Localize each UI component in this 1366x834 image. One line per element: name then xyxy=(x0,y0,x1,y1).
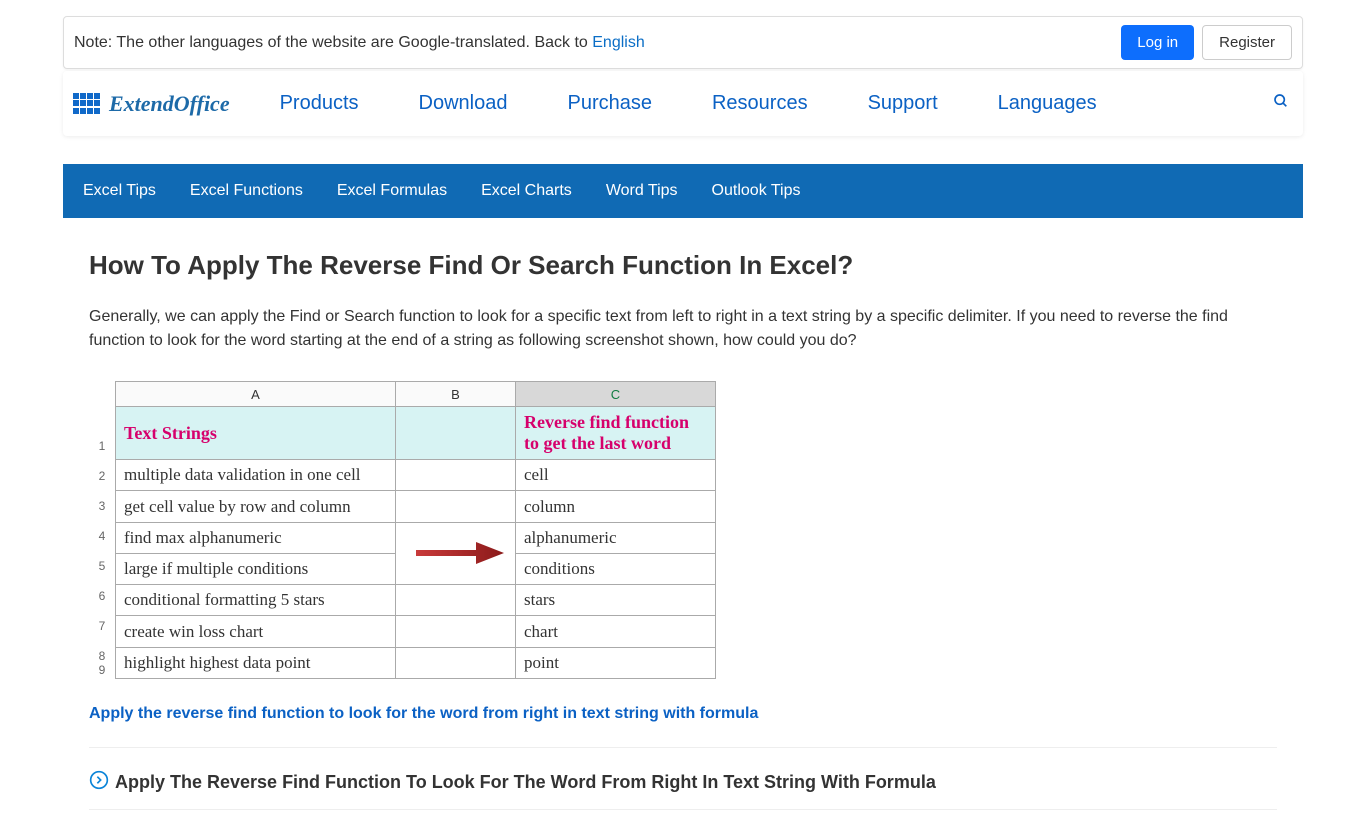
search-icon[interactable] xyxy=(1269,89,1293,118)
arrow-cell xyxy=(396,522,516,585)
cell-c: conditions xyxy=(516,553,716,584)
menu-languages[interactable]: Languages xyxy=(998,92,1097,115)
login-button[interactable]: Log in xyxy=(1121,25,1194,60)
section-heading-row: Apply The Reverse Find Function To Look … xyxy=(89,747,1277,795)
rownum-1: 1 xyxy=(89,405,115,455)
subnav-excel-formulas[interactable]: Excel Formulas xyxy=(337,182,447,200)
excel-screenshot: 1 2 3 4 5 6 7 8 9 A B C Text Strings xyxy=(89,381,1277,679)
cell-b xyxy=(396,616,516,647)
main-menu: Products Download Purchase Resources Sup… xyxy=(280,92,1269,115)
logo-icon xyxy=(73,93,103,115)
subnav-excel-functions[interactable]: Excel Functions xyxy=(190,182,303,200)
main-navbar: ExtendOffice Products Download Purchase … xyxy=(63,71,1303,136)
row-numbers: 1 2 3 4 5 6 7 8 9 xyxy=(89,381,115,679)
menu-support[interactable]: Support xyxy=(868,92,938,115)
menu-download[interactable]: Download xyxy=(419,92,508,115)
menu-products[interactable]: Products xyxy=(280,92,359,115)
arrow-icon xyxy=(416,538,506,568)
arrow-circle-icon xyxy=(89,770,109,795)
cell-a: get cell value by row and column xyxy=(116,491,396,522)
header-c-line1: Reverse find function xyxy=(524,412,707,433)
cell-a: large if multiple conditions xyxy=(116,553,396,584)
cell-a: multiple data validation in one cell xyxy=(116,460,396,491)
cell-a: highlight highest data point xyxy=(116,647,396,678)
col-head-c: C xyxy=(516,382,716,407)
cell-c: point xyxy=(516,647,716,678)
sub-nav: Excel Tips Excel Functions Excel Formula… xyxy=(63,164,1303,218)
section-title: Apply The Reverse Find Function To Look … xyxy=(115,772,936,793)
rownum-9: 9 xyxy=(89,665,115,679)
menu-purchase[interactable]: Purchase xyxy=(567,92,652,115)
cell-b xyxy=(396,585,516,616)
rownum: 2 xyxy=(89,455,115,485)
subnav-excel-tips[interactable]: Excel Tips xyxy=(83,182,156,200)
top-notice-bar: Note: The other languages of the website… xyxy=(63,16,1303,69)
cell-b xyxy=(396,647,516,678)
header-c-line2: to get the last word xyxy=(524,433,707,454)
subnav-excel-charts[interactable]: Excel Charts xyxy=(481,182,572,200)
rownum: 3 xyxy=(89,485,115,515)
col-head-a: A xyxy=(116,382,396,407)
rownum: 8 xyxy=(89,635,115,665)
content: How To Apply The Reverse Find Or Search … xyxy=(63,218,1303,834)
cell-b xyxy=(396,460,516,491)
header-empty xyxy=(396,407,516,460)
rownum: 4 xyxy=(89,515,115,545)
cell-a: find max alphanumeric xyxy=(116,522,396,553)
cell-c: column xyxy=(516,491,716,522)
rownum: 6 xyxy=(89,575,115,605)
cell-c: chart xyxy=(516,616,716,647)
cell-c: stars xyxy=(516,585,716,616)
cell-a: create win loss chart xyxy=(116,616,396,647)
logo-office: Office xyxy=(174,91,230,116)
excel-grid: A B C Text Strings Reverse find function… xyxy=(115,381,716,679)
cell-c: alphanumeric xyxy=(516,522,716,553)
cell-b xyxy=(396,491,516,522)
cell-a: conditional formatting 5 stars xyxy=(116,585,396,616)
subnav-outlook-tips[interactable]: Outlook Tips xyxy=(712,182,801,200)
rownum: 5 xyxy=(89,545,115,575)
notice-text: Note: The other languages of the website… xyxy=(74,34,645,52)
divider xyxy=(89,809,1277,810)
header-reverse-find: Reverse find function to get the last wo… xyxy=(516,407,716,460)
logo-extend: Extend xyxy=(109,91,174,116)
anchor-link[interactable]: Apply the reverse find function to look … xyxy=(89,705,1277,723)
subnav-word-tips[interactable]: Word Tips xyxy=(606,182,678,200)
header-text-strings: Text Strings xyxy=(116,407,396,460)
english-link[interactable]: English xyxy=(592,34,644,51)
auth-buttons: Log in Register xyxy=(1121,25,1292,60)
intro-paragraph: Generally, we can apply the Find or Sear… xyxy=(89,305,1277,353)
notice-prefix: Note: The other languages of the website… xyxy=(74,34,592,51)
rownum: 7 xyxy=(89,605,115,635)
col-head-b: B xyxy=(396,382,516,407)
register-button[interactable]: Register xyxy=(1202,25,1292,60)
cell-c: cell xyxy=(516,460,716,491)
logo[interactable]: ExtendOffice xyxy=(73,91,230,117)
logo-text: ExtendOffice xyxy=(109,91,230,117)
page-title: How To Apply The Reverse Find Or Search … xyxy=(89,250,1277,281)
menu-resources[interactable]: Resources xyxy=(712,92,808,115)
